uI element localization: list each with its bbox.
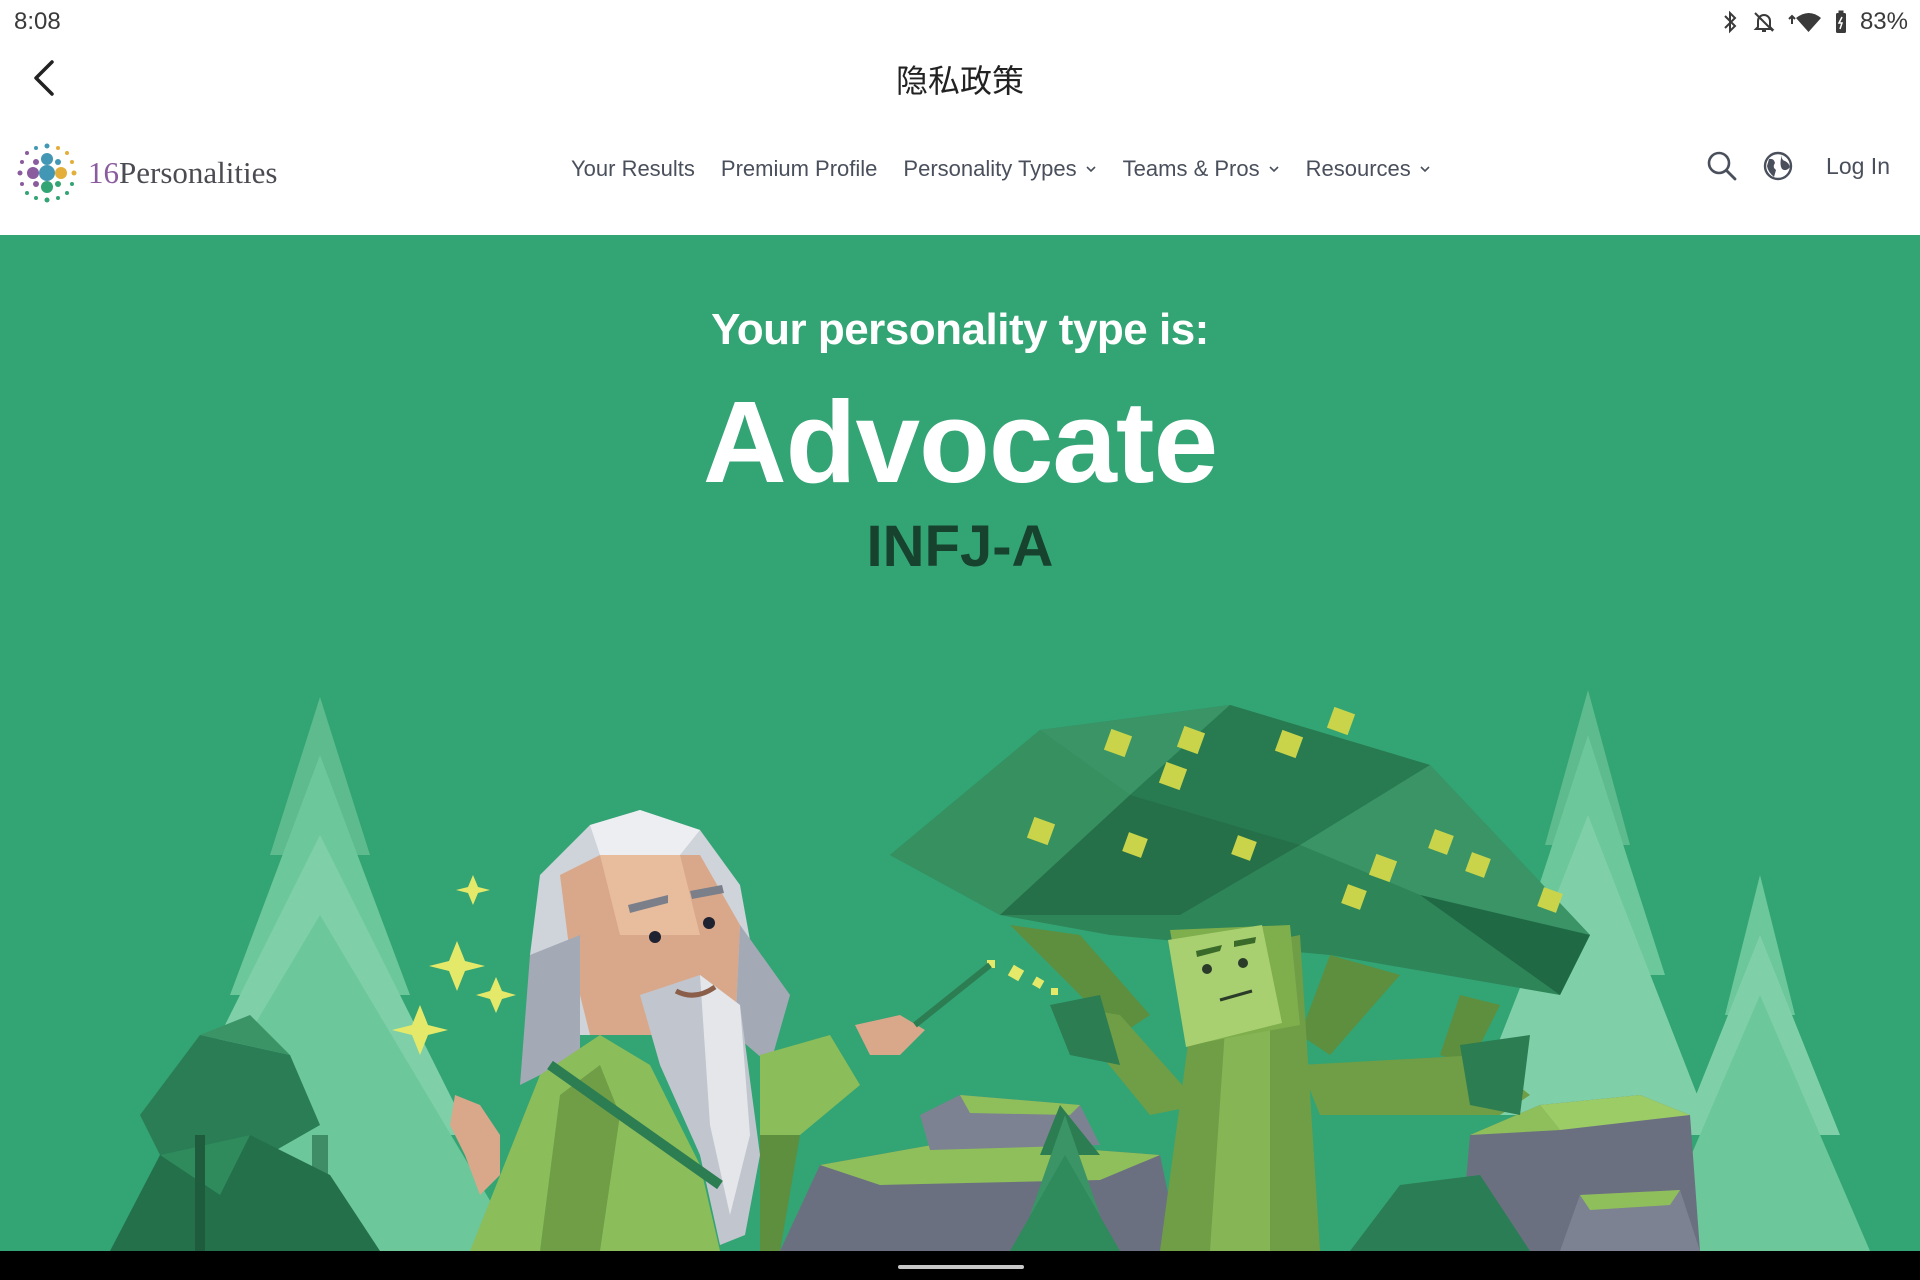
rocks-center: [780, 1095, 1180, 1251]
nav-teams-pros[interactable]: Teams & Pros: [1123, 156, 1280, 182]
login-link[interactable]: Log In: [1826, 153, 1890, 180]
chevron-down-icon: [1269, 166, 1279, 173]
battery-percent: 83%: [1859, 8, 1908, 35]
bluetooth-icon: [1724, 10, 1737, 34]
site-header: 16Personalities Your Results Premium Pro…: [0, 112, 1920, 235]
nav-premium-profile[interactable]: Premium Profile: [721, 156, 877, 182]
rocks-right: [1350, 1095, 1700, 1251]
chevron-down-icon: [1420, 166, 1430, 173]
chevron-down-icon: [1086, 166, 1096, 173]
home-gesture-handle[interactable]: [898, 1265, 1024, 1269]
logo-mark-icon: [17, 143, 77, 203]
system-nav-bar: [0, 1251, 1920, 1280]
app-bar: 隐私政策: [0, 44, 1920, 112]
result-hero: Your personality type is: Advocate INFJ-…: [0, 235, 1920, 1251]
nav-actions: Log In: [1706, 150, 1890, 182]
nav-personality-types[interactable]: Personality Types: [903, 156, 1096, 182]
nav-your-results[interactable]: Your Results: [571, 156, 695, 182]
globe-icon[interactable]: [1762, 150, 1794, 182]
logo-text: 16Personalities: [88, 155, 278, 190]
status-time: 8:08: [14, 8, 61, 35]
status-icons: 83%: [1720, 8, 1908, 36]
result-subtitle: Your personality type is:: [711, 305, 1209, 354]
nav-resources[interactable]: Resources: [1306, 156, 1431, 182]
page-title: 隐私政策: [895, 62, 1024, 100]
search-icon[interactable]: [1706, 150, 1738, 182]
main-nav: Your Results Premium Profile Personality…: [571, 156, 1457, 182]
wifi-icon: [1788, 13, 1821, 32]
bell-off-icon: [1753, 12, 1775, 32]
status-bar: 8:08 83%: [0, 0, 1920, 44]
personality-type-name: Advocate: [702, 377, 1218, 507]
wand-sparkles: [987, 960, 1058, 995]
battery-icon: [1835, 10, 1846, 33]
site-logo[interactable]: 16Personalities: [16, 142, 277, 204]
personality-type-code: INFJ-A: [866, 514, 1054, 579]
